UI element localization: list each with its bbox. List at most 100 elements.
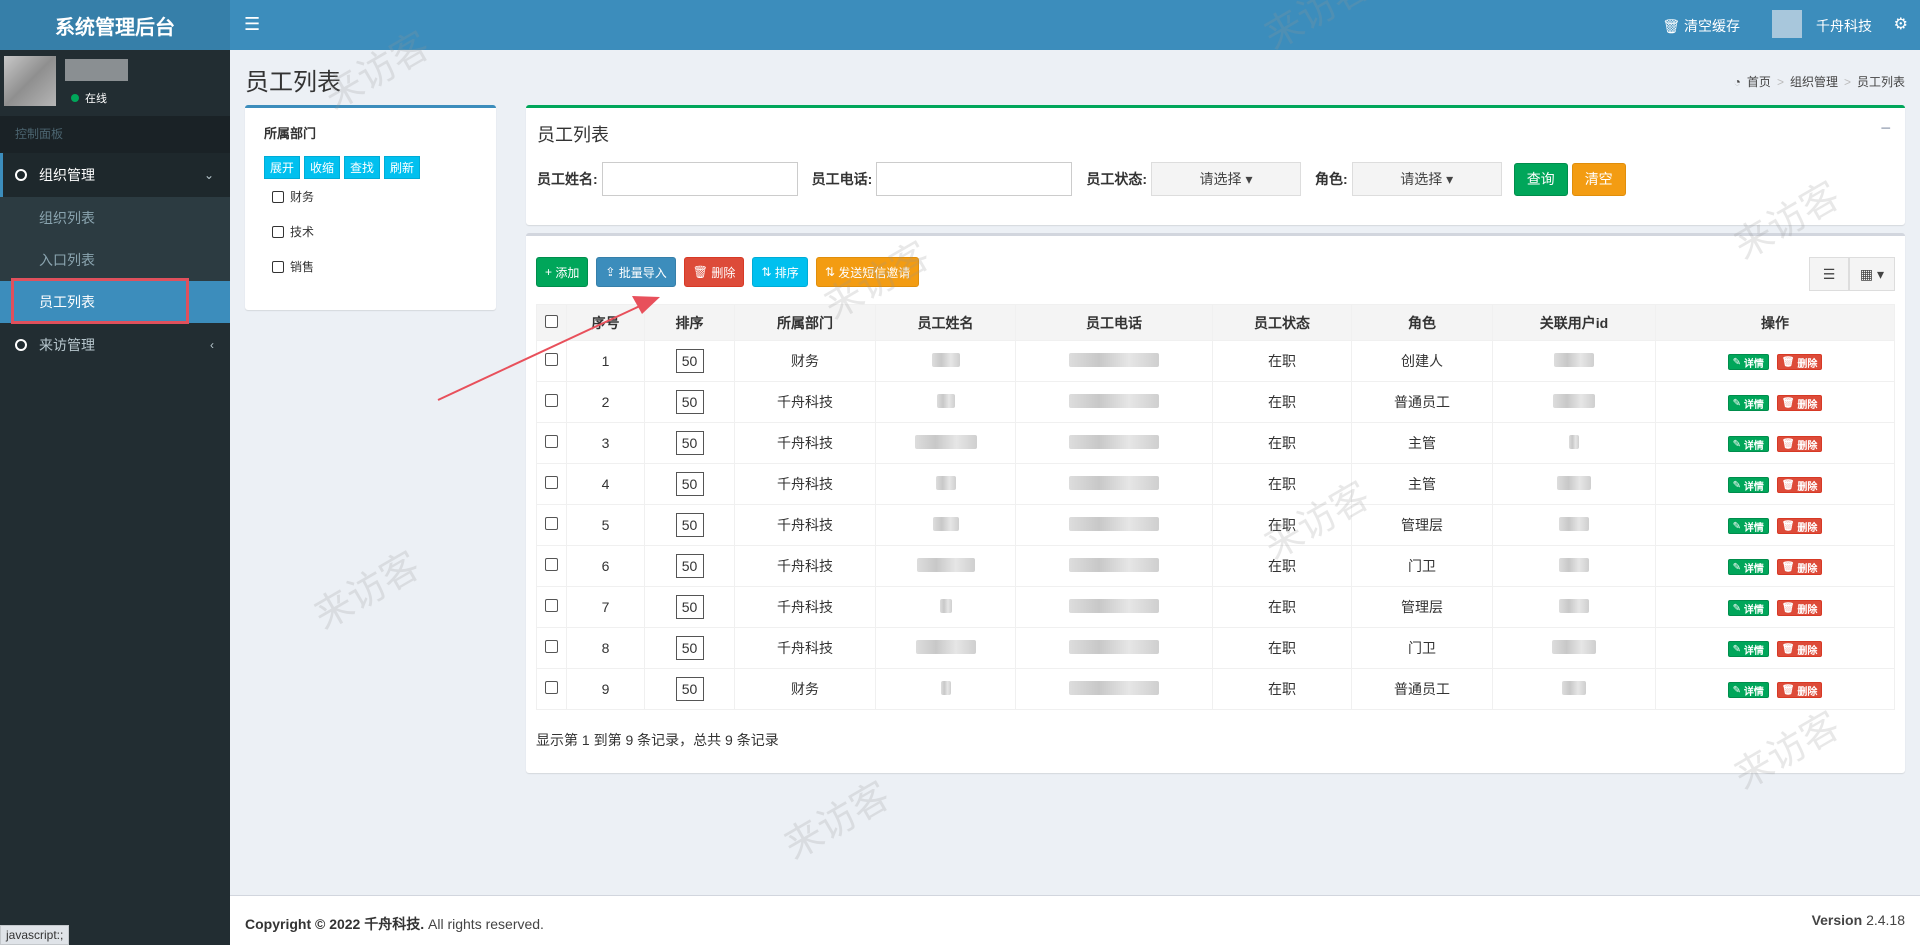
query-button[interactable]: 查询 <box>1513 162 1568 196</box>
detail-button[interactable]: ✎ 详情 <box>1727 518 1769 535</box>
header-avatar[interactable] <box>1772 10 1802 38</box>
tree-node-tech[interactable]: 技术 <box>272 223 314 240</box>
table-row[interactable]: 4 50 千舟科技 在职 主管 ✎ 详情 🗑 删除 <box>536 463 1895 505</box>
table-row[interactable]: 1 50 财务 在职 创建人 ✎ 详情 🗑 删除 <box>536 340 1895 382</box>
sort-input[interactable]: 50 <box>675 390 704 414</box>
sort-input[interactable]: 50 <box>675 636 704 660</box>
batch-import-button[interactable]: ⇪ 批量导入 <box>596 257 676 287</box>
header-company-name[interactable]: 千舟科技 <box>1816 16 1872 36</box>
tree-node-checkbox[interactable] <box>272 225 284 238</box>
search-panel-title: 员工列表 <box>537 125 609 145</box>
delete-button[interactable]: 🗑 删除 <box>683 257 745 287</box>
menu-toggle-icon[interactable]: ☰ <box>244 14 260 35</box>
col-header-name[interactable]: 员工姓名 <box>875 304 1016 341</box>
row-checkbox[interactable] <box>545 517 558 530</box>
row-checkbox[interactable] <box>545 599 558 612</box>
gears-icon[interactable]: ⚙ <box>1894 14 1908 34</box>
sort-input[interactable]: 50 <box>675 349 704 373</box>
row-checkbox[interactable] <box>545 435 558 448</box>
tree-node-checkbox[interactable] <box>272 260 284 273</box>
detail-button[interactable]: ✎ 详情 <box>1727 477 1769 494</box>
row-delete-button[interactable]: 🗑 删除 <box>1776 682 1823 699</box>
row-checkbox[interactable] <box>545 353 558 366</box>
status-select[interactable]: 请选择 ▾ <box>1151 162 1302 196</box>
row-delete-button[interactable]: 🗑 删除 <box>1776 436 1823 453</box>
table-row[interactable]: 5 50 千舟科技 在职 管理层 ✎ 详情 🗑 删除 <box>536 504 1895 546</box>
name-input[interactable] <box>601 162 798 196</box>
list-view-icon[interactable]: ☰ <box>1809 257 1849 291</box>
trash-icon: 🗑 <box>1662 18 1681 34</box>
clear-cache-button[interactable]: 🗑 清空缓存 <box>1662 16 1740 36</box>
col-header-phone[interactable]: 员工电话 <box>1015 304 1213 341</box>
detail-button[interactable]: ✎ 详情 <box>1727 641 1769 658</box>
cell-user-id <box>1492 463 1656 505</box>
sort-input[interactable]: 50 <box>675 677 704 701</box>
collapse-button[interactable]: 收缩 <box>304 156 341 179</box>
row-delete-button[interactable]: 🗑 删除 <box>1776 559 1823 576</box>
sort-input[interactable]: 50 <box>675 431 704 455</box>
row-checkbox[interactable] <box>545 558 558 571</box>
sort-input[interactable]: 50 <box>675 595 704 619</box>
columns-grid-icon[interactable]: ▦ ▾ <box>1849 257 1895 291</box>
refresh-button[interactable]: 刷新 <box>384 156 421 179</box>
detail-button[interactable]: ✎ 详情 <box>1727 354 1769 371</box>
detail-button-label: 详情 <box>1743 440 1764 452</box>
detail-button[interactable]: ✎ 详情 <box>1727 395 1769 412</box>
breadcrumb-org[interactable]: 组织管理 <box>1790 73 1838 90</box>
table-row[interactable]: 6 50 千舟科技 在职 门卫 ✎ 详情 🗑 删除 <box>536 545 1895 587</box>
row-checkbox[interactable] <box>545 640 558 653</box>
sidebar-item-org-list[interactable]: 组织列表 <box>0 197 230 239</box>
col-header-sort[interactable]: 排序 <box>644 304 735 341</box>
col-header-user-id[interactable]: 关联用户id <box>1492 304 1656 341</box>
phone-input[interactable] <box>876 162 1073 196</box>
table-row[interactable]: 2 50 千舟科技 在职 普通员工 ✎ 详情 🗑 删除 <box>536 381 1895 423</box>
cell-dept: 千舟科技 <box>734 381 876 423</box>
sort-input[interactable]: 50 <box>675 472 704 496</box>
clear-button[interactable]: 清空 <box>1571 162 1626 196</box>
minus-icon[interactable]: − <box>1880 118 1891 139</box>
tree-node-sales[interactable]: 销售 <box>272 258 314 275</box>
role-select[interactable]: 请选择 ▾ <box>1351 162 1502 196</box>
sort-input[interactable]: 50 <box>675 554 704 578</box>
find-button[interactable]: 查找 <box>344 156 381 179</box>
table-row[interactable]: 7 50 千舟科技 在职 管理层 ✎ 详情 🗑 删除 <box>536 586 1895 628</box>
row-delete-button[interactable]: 🗑 删除 <box>1776 354 1823 371</box>
detail-button[interactable]: ✎ 详情 <box>1727 436 1769 453</box>
cell-name <box>875 627 1016 669</box>
trash-icon: 🗑 <box>1781 643 1795 655</box>
row-checkbox[interactable] <box>545 681 558 694</box>
detail-button[interactable]: ✎ 详情 <box>1727 600 1769 617</box>
add-button[interactable]: + 添加 <box>536 257 589 287</box>
row-checkbox[interactable] <box>545 476 558 489</box>
detail-button[interactable]: ✎ 详情 <box>1727 682 1769 699</box>
row-delete-label: 删除 <box>1797 522 1818 534</box>
row-delete-button[interactable]: 🗑 删除 <box>1776 518 1823 535</box>
table-row[interactable]: 3 50 千舟科技 在职 主管 ✎ 详情 🗑 删除 <box>536 422 1895 464</box>
tree-node-checkbox[interactable] <box>272 190 284 203</box>
sort-button[interactable]: ⇅ 排序 <box>752 257 808 287</box>
sort-input[interactable]: 50 <box>675 513 704 537</box>
row-delete-button[interactable]: 🗑 删除 <box>1776 395 1823 412</box>
row-select-cell <box>536 381 567 423</box>
app-logo-title[interactable]: 系统管理后台 <box>0 0 230 50</box>
send-sms-invite-button[interactable]: ⇅ 发送短信邀请 <box>815 257 920 287</box>
col-header-role[interactable]: 角色 <box>1351 304 1493 341</box>
col-header-dept[interactable]: 所属部门 <box>734 304 876 341</box>
cell-phone <box>1015 463 1213 505</box>
col-header-status[interactable]: 员工状态 <box>1212 304 1352 341</box>
sidebar-item-org-management[interactable]: 组织管理 ⌄ <box>0 153 230 197</box>
detail-button[interactable]: ✎ 详情 <box>1727 559 1769 576</box>
table-row[interactable]: 8 50 千舟科技 在职 门卫 ✎ 详情 🗑 删除 <box>536 627 1895 669</box>
sidebar-item-visit-management[interactable]: 来访管理 ‹ <box>0 323 230 367</box>
select-all-checkbox[interactable] <box>545 314 558 328</box>
col-header-no[interactable]: 序号 <box>566 304 645 341</box>
expand-button[interactable]: 展开 <box>264 156 301 179</box>
row-checkbox[interactable] <box>545 394 558 407</box>
row-delete-button[interactable]: 🗑 删除 <box>1776 641 1823 658</box>
row-delete-button[interactable]: 🗑 删除 <box>1776 477 1823 494</box>
tree-node-finance[interactable]: 财务 <box>272 188 314 205</box>
sidebar-item-entry-list[interactable]: 入口列表 <box>0 239 230 281</box>
table-row[interactable]: 9 50 财务 在职 普通员工 ✎ 详情 🗑 删除 <box>536 668 1895 710</box>
breadcrumb-home[interactable]: 首页 <box>1747 73 1771 90</box>
row-delete-button[interactable]: 🗑 删除 <box>1776 600 1823 617</box>
